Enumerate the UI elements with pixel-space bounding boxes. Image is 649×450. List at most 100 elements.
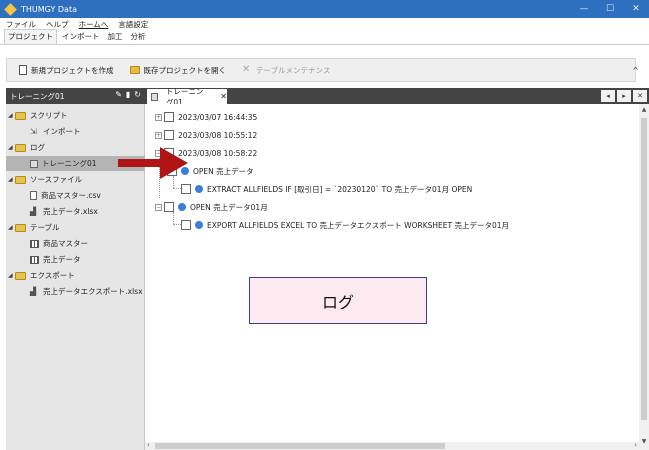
table-maintenance-button[interactable]: ✕ テーブルメンテナンス [236, 61, 336, 79]
refresh-icon[interactable]: ↻ [134, 90, 141, 99]
folder-icon [15, 175, 26, 184]
scroll-thumb[interactable] [641, 118, 647, 420]
tree-item-label: 売上データエクスポート.xlsx [43, 287, 143, 296]
tree-item-sales-data-table[interactable]: 売上データ [30, 252, 81, 267]
tree-item-export[interactable]: ◢ エクスポート [8, 268, 75, 283]
file-icon [30, 191, 37, 200]
minimize-button[interactable]: — [571, 0, 597, 18]
delete-icon[interactable]: ▮ [126, 90, 130, 99]
tree-item-label: トレーニング01 [42, 159, 97, 168]
scroll-up-icon[interactable]: ▲ [639, 106, 649, 116]
ribbon-tabs: プロジェクト インポート 加工 分析 [0, 29, 649, 45]
row-checkbox[interactable] [164, 130, 174, 140]
new-project-button[interactable]: 新規プロジェクトを作成 [13, 61, 120, 79]
expand-arrow-icon[interactable]: ◢ [8, 224, 15, 231]
tree-item-product-master-csv[interactable]: 商品マスター.csv [30, 188, 101, 203]
maximize-button[interactable]: ☐ [597, 0, 623, 18]
scroll-down-icon[interactable]: ▼ [639, 438, 649, 448]
window-title: THUMGY Data [21, 4, 77, 14]
tree-item-label: ソースファイル [30, 175, 83, 184]
log-entry-row[interactable]: EXPORT ALLFIELDS EXCEL TO 売上データエクスポート WO… [181, 218, 509, 232]
tree-item-source-files[interactable]: ◢ ソースファイル [8, 172, 82, 187]
expand-arrow-icon[interactable]: ◢ [8, 112, 15, 119]
document-tab-strip: トレーニング01 ✕ ◂ ▸ ✕ [145, 87, 649, 107]
log-entry-row[interactable]: EXTRACT ALLFIELDS IF [取引日] = `20230120` … [181, 182, 472, 196]
tab-import[interactable]: インポート [59, 31, 103, 44]
tree-item-label: 売上データ.xlsx [43, 207, 98, 216]
tree-item-script[interactable]: ◢ スクリプト [8, 108, 68, 123]
tree-item-import[interactable]: ⇲ インポート [30, 124, 81, 139]
expand-plus-icon[interactable]: + [155, 131, 162, 139]
tree-item-tables[interactable]: ◢ テーブル [8, 220, 60, 235]
excel-file-icon: ▟ [30, 287, 37, 296]
tree-item-label: スクリプト [30, 111, 68, 120]
tree-item-log[interactable]: ◢ ログ [8, 140, 45, 155]
title-bar: THUMGY Data — ☐ ✕ [0, 0, 649, 18]
log-entry-text: OPEN 売上データ01月 [190, 202, 268, 212]
log-date-label: 2023/03/08 10:58:22 [178, 148, 258, 158]
menu-home[interactable]: ホームへ [79, 19, 109, 30]
tree-connector [173, 188, 181, 189]
expand-arrow-icon[interactable]: ◢ [8, 144, 15, 151]
row-checkbox[interactable] [181, 184, 191, 194]
horizontal-scrollbar[interactable]: ‹ › [145, 441, 639, 450]
import-icon: ⇲ [30, 127, 37, 136]
table-maintenance-label: テーブルメンテナンス [256, 65, 331, 75]
scroll-left-icon[interactable]: ‹ [147, 441, 150, 449]
tree-item-label: 商品マスター.csv [41, 191, 101, 200]
tree-item-product-master-table[interactable]: 商品マスター [30, 236, 88, 251]
tree-connector [173, 224, 181, 225]
collapse-minus-icon[interactable]: − [155, 203, 162, 211]
tab-next-icon[interactable]: ▸ [617, 90, 631, 102]
tab-close-all-icon[interactable]: ✕ [633, 90, 647, 102]
tree-connector [173, 212, 174, 224]
tree-item-sales-export-xlsx[interactable]: ▟ 売上データエクスポート.xlsx [30, 284, 143, 299]
edit-icon[interactable]: ✎ [115, 90, 122, 99]
toolbar: 新規プロジェクトを作成 既存プロジェクトを開く ✕ テーブルメンテナンス [6, 58, 636, 82]
window-controls: — ☐ ✕ [571, 0, 649, 18]
tab-analysis[interactable]: 分析 [128, 31, 149, 44]
folder-icon [129, 66, 140, 74]
folder-icon [15, 271, 26, 280]
close-tab-icon[interactable]: ✕ [220, 92, 227, 101]
collapse-ribbon-icon[interactable]: ^ [632, 66, 639, 75]
open-project-button[interactable]: 既存プロジェクトを開く [124, 61, 233, 79]
log-entry-row[interactable]: − OPEN 売上データ01月 [155, 200, 268, 214]
tab-process[interactable]: 加工 [105, 31, 126, 44]
excel-file-icon: ▟ [30, 207, 37, 216]
log-file-icon [151, 92, 158, 101]
expand-plus-icon[interactable]: + [155, 113, 162, 121]
row-checkbox[interactable] [164, 202, 174, 212]
log-entry-text: EXPORT ALLFIELDS EXCEL TO 売上データエクスポート WO… [207, 220, 510, 230]
scroll-right-icon[interactable]: › [634, 441, 637, 449]
app-logo-icon [4, 2, 17, 16]
new-document-icon [19, 65, 27, 75]
log-date-row[interactable]: + 2023/03/07 16:44:35 [155, 110, 257, 124]
scroll-thumb[interactable] [155, 443, 445, 449]
menu-language[interactable]: 言語設定 [118, 19, 148, 30]
tab-project[interactable]: プロジェクト [4, 29, 57, 44]
command-dot-icon [195, 221, 203, 229]
close-button[interactable]: ✕ [623, 0, 649, 18]
tab-training01[interactable]: トレーニング01 ✕ [147, 87, 227, 107]
log-date-row[interactable]: + 2023/03/08 10:55:12 [155, 128, 257, 142]
tree-item-label: エクスポート [30, 271, 75, 280]
expand-arrow-icon[interactable]: ◢ [8, 176, 15, 183]
row-checkbox[interactable] [181, 220, 191, 230]
callout-label: ログ [321, 292, 354, 312]
work-area: トレーニング01 ✎ ▮ ↻ ◢ スクリプト ⇲ インポート ◢ ログ トレーニ… [6, 87, 649, 450]
row-checkbox[interactable] [164, 112, 174, 122]
tab-prev-icon[interactable]: ◂ [601, 90, 615, 102]
tree-item-label: テーブル [30, 223, 60, 232]
tree-item-label: 売上データ [43, 255, 81, 264]
annotation-arrow [118, 147, 188, 179]
log-date-label: 2023/03/08 10:55:12 [178, 130, 258, 140]
tree-item-label: ログ [30, 143, 45, 152]
tree-item-sales-data-xlsx[interactable]: ▟ 売上データ.xlsx [30, 204, 98, 219]
vertical-scrollbar[interactable]: ▲ ▼ [639, 104, 649, 450]
folder-icon [15, 223, 26, 232]
tab-navigation: ◂ ▸ ✕ [601, 90, 647, 102]
expand-arrow-icon[interactable]: ◢ [8, 272, 15, 279]
panel-header-actions: ✎ ▮ ↻ [115, 90, 141, 99]
open-project-label: 既存プロジェクトを開く [143, 65, 227, 75]
